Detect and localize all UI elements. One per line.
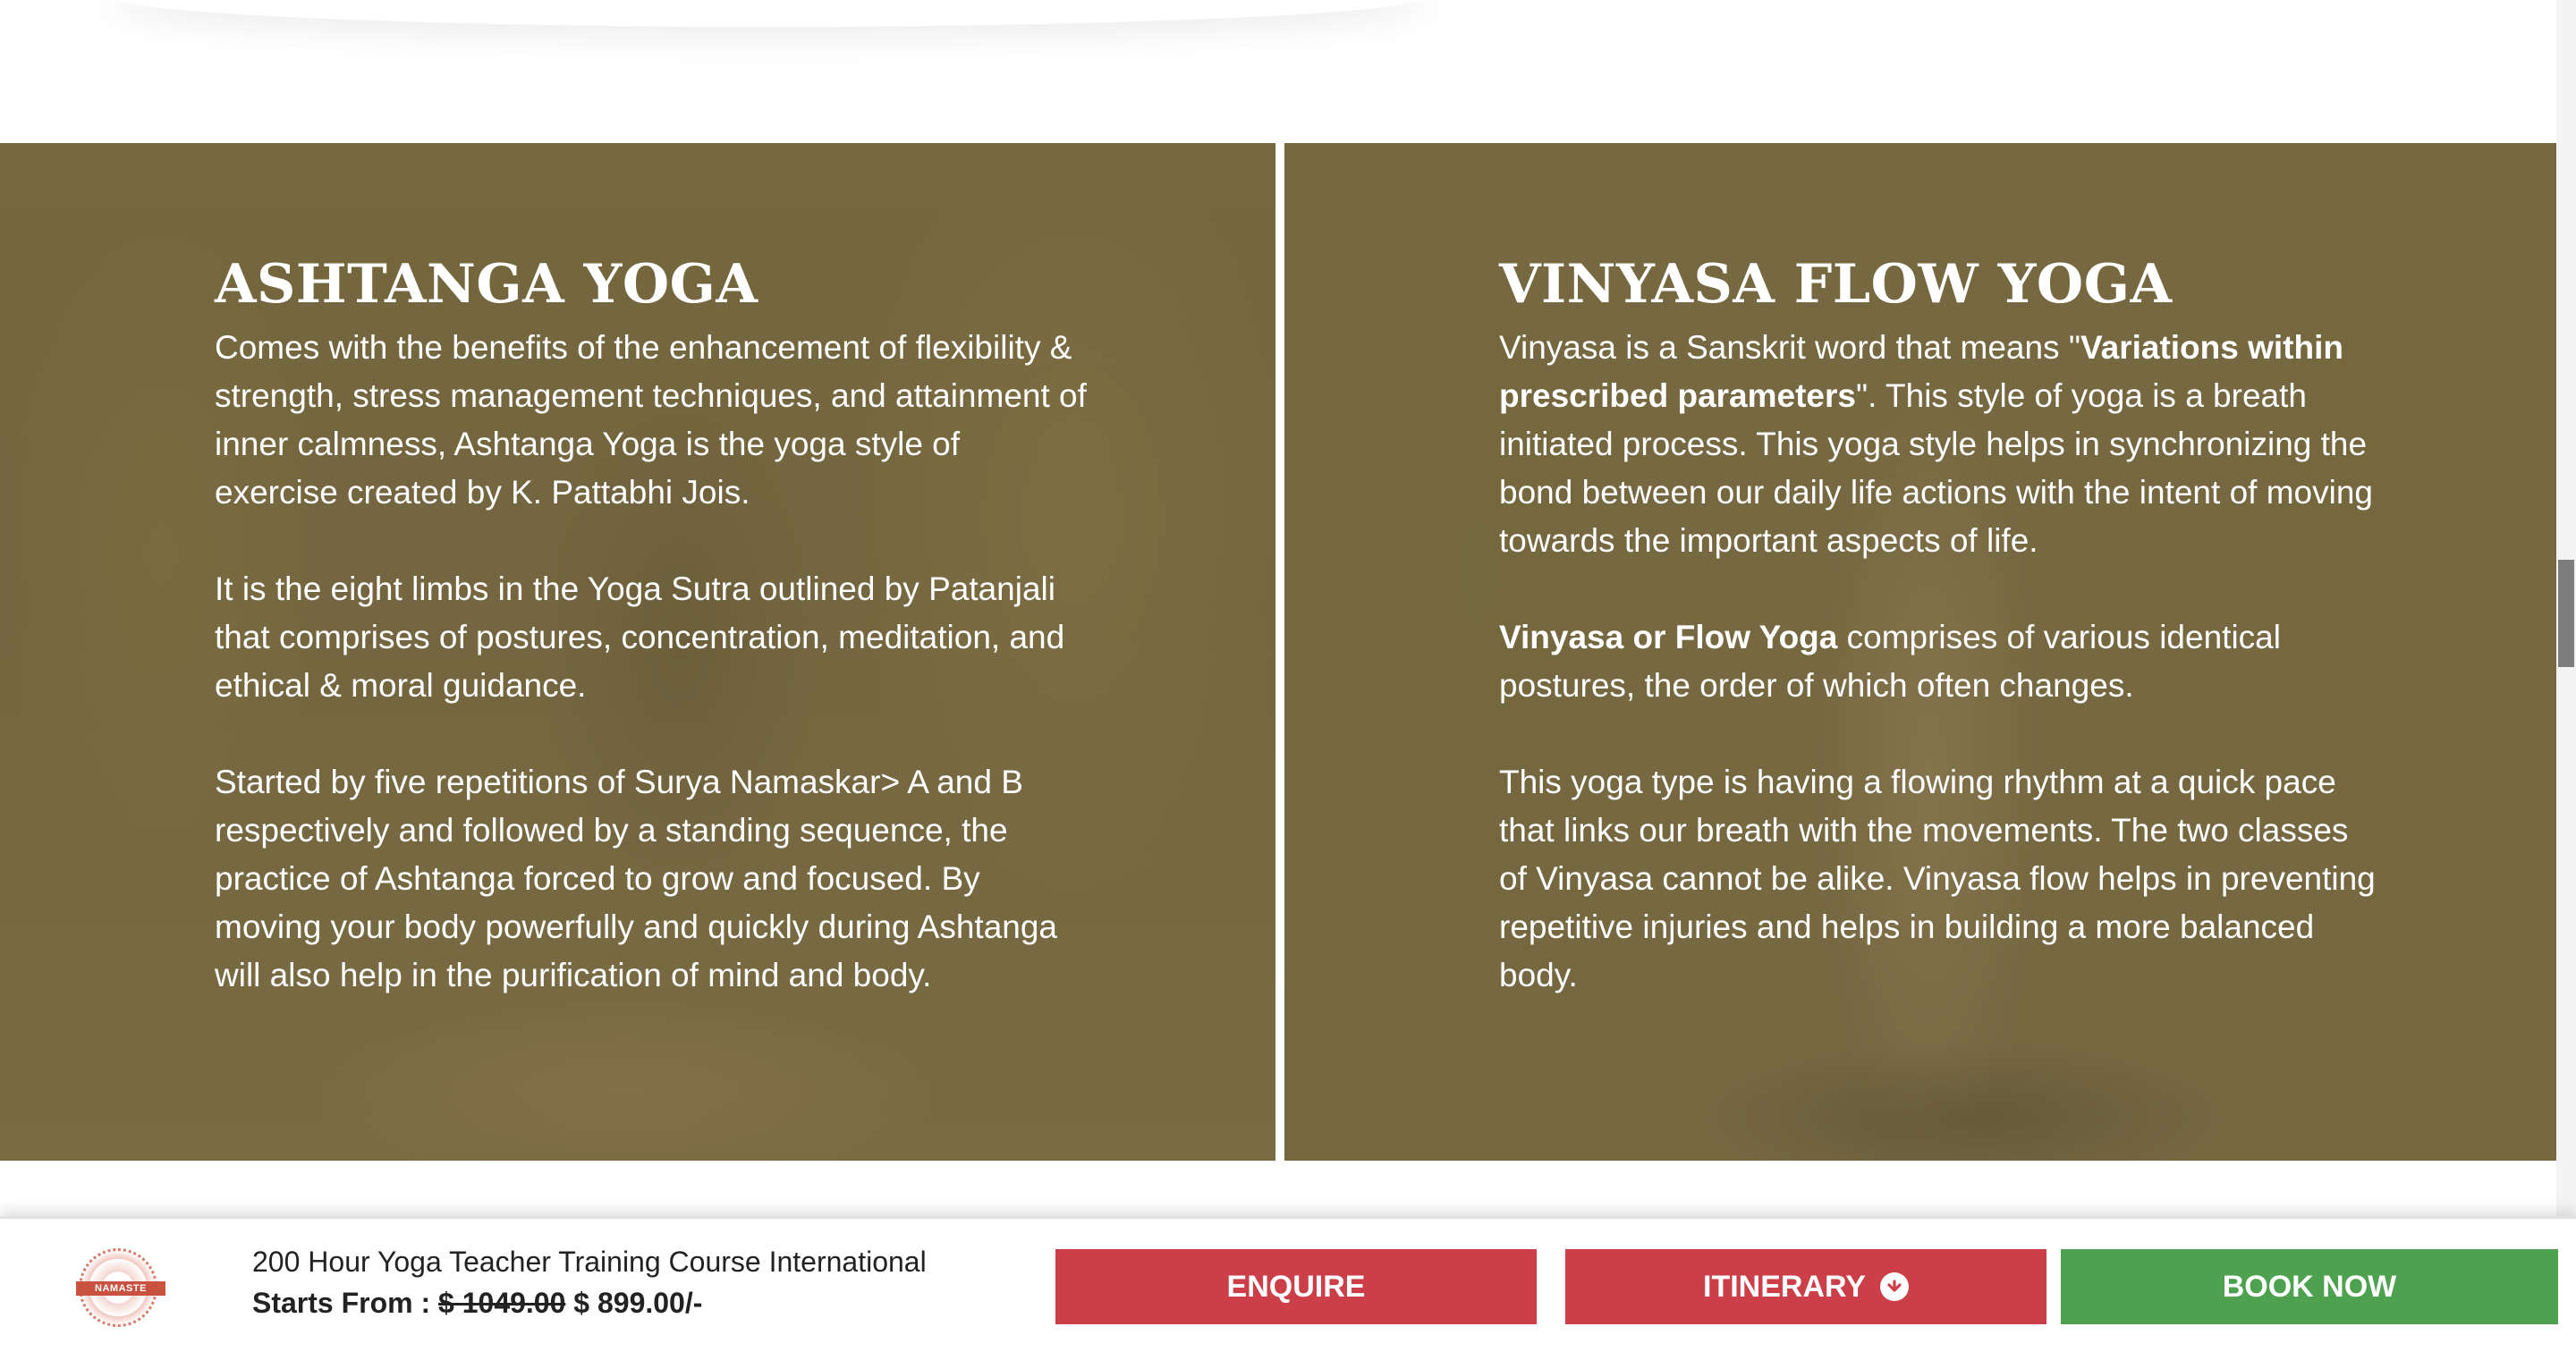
old-price: $ 1049.00 xyxy=(438,1287,566,1319)
page-scrollbar[interactable] xyxy=(2556,0,2576,1352)
vinyasa-title: VINYASA FLOW YOGA xyxy=(1499,253,2173,316)
enquire-label: ENQUIRE xyxy=(1226,1269,1366,1304)
sticky-booking-bar: NAMASTE 200 Hour Yoga Teacher Training C… xyxy=(0,1216,2576,1352)
vinyasa-p2-bold: Vinyasa or Flow Yoga xyxy=(1499,619,1838,655)
namaste-logo: NAMASTE xyxy=(76,1248,165,1327)
vinyasa-paragraph-3: This yoga type is having a flowing rhyth… xyxy=(1499,764,2376,993)
starts-from-label: Starts From : xyxy=(252,1287,439,1319)
vinyasa-content: VINYASA FLOW YOGA Vinyasa is a Sanskrit … xyxy=(1499,249,2376,1048)
book-now-label: BOOK NOW xyxy=(2222,1269,2397,1304)
vinyasa-p1-text-a: Vinyasa is a Sanskrit word that means " xyxy=(1499,329,2080,366)
price-line: Starts From : $ 1049.00 $ 899.00/- xyxy=(252,1287,702,1320)
ashtanga-title: ASHTANGA YOGA xyxy=(215,253,758,316)
scrollbar-thumb[interactable] xyxy=(2558,560,2574,667)
logo-text: NAMASTE xyxy=(76,1281,165,1296)
new-price: $ 899.00/- xyxy=(565,1287,703,1319)
enquire-button[interactable]: ENQUIRE xyxy=(1055,1249,1537,1324)
vinyasa-paragraph-2: Vinyasa or Flow Yoga comprises of variou… xyxy=(1499,613,2376,710)
course-title: 200 Hour Yoga Teacher Training Course In… xyxy=(252,1246,927,1278)
ashtanga-paragraph-2: It is the eight limbs in the Yoga Sutra … xyxy=(215,570,1065,704)
itinerary-label: ITINERARY xyxy=(1703,1269,1866,1304)
itinerary-button[interactable]: ITINERARY xyxy=(1565,1249,2046,1324)
ashtanga-paragraph-1: Comes with the benefits of the enhanceme… xyxy=(215,329,1087,511)
card-shadow xyxy=(107,0,1431,27)
ashtanga-yoga-panel: ASHTANGA YOGA Comes with the benefits of… xyxy=(0,143,1275,1161)
chevron-down-circle-icon xyxy=(1879,1272,1909,1301)
vinyasa-paragraph-1: Vinyasa is a Sanskrit word that means "V… xyxy=(1499,324,2376,565)
book-now-button[interactable]: BOOK NOW xyxy=(2061,1249,2558,1324)
ashtanga-content: ASHTANGA YOGA Comes with the benefits of… xyxy=(215,249,1091,1048)
ashtanga-paragraph-3: Started by five repetitions of Surya Nam… xyxy=(215,764,1058,993)
vinyasa-flow-yoga-panel: VINYASA FLOW YOGA Vinyasa is a Sanskrit … xyxy=(1284,143,2558,1161)
